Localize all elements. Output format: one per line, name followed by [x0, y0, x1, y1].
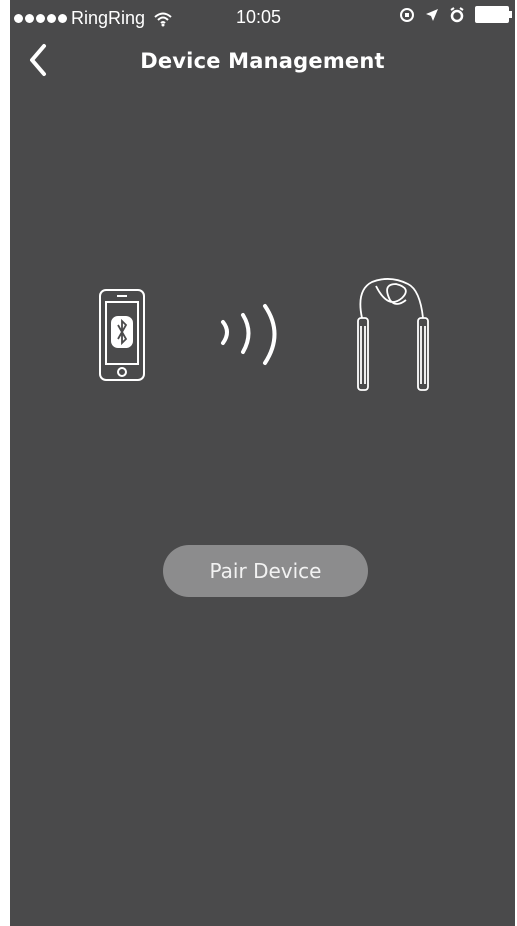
jump-rope-icon — [357, 278, 429, 391]
phone-bluetooth-icon — [99, 289, 145, 381]
status-left: RingRing — [14, 8, 173, 29]
wifi-icon — [154, 12, 172, 26]
carrier-name: RingRing — [71, 8, 146, 28]
rotation-lock-icon — [400, 7, 414, 22]
pair-device-button[interactable]: Pair Device — [163, 545, 368, 597]
pairing-illustration — [99, 278, 429, 391]
status-time: 10:05 — [236, 7, 282, 27]
wireless-signal-icon — [221, 304, 277, 365]
signal-strength-icon — [14, 14, 67, 23]
status-right — [399, 6, 512, 23]
status-bar: RingRing 10:05 — [10, 0, 515, 36]
page-title: Device Management — [140, 49, 385, 73]
nav-bar: Device Management — [10, 36, 515, 92]
alarm-icon — [450, 6, 464, 22]
app-screen: RingRing 10:05 Device Management Pair De… — [10, 0, 515, 926]
location-icon — [426, 8, 438, 21]
battery-icon — [475, 6, 512, 23]
